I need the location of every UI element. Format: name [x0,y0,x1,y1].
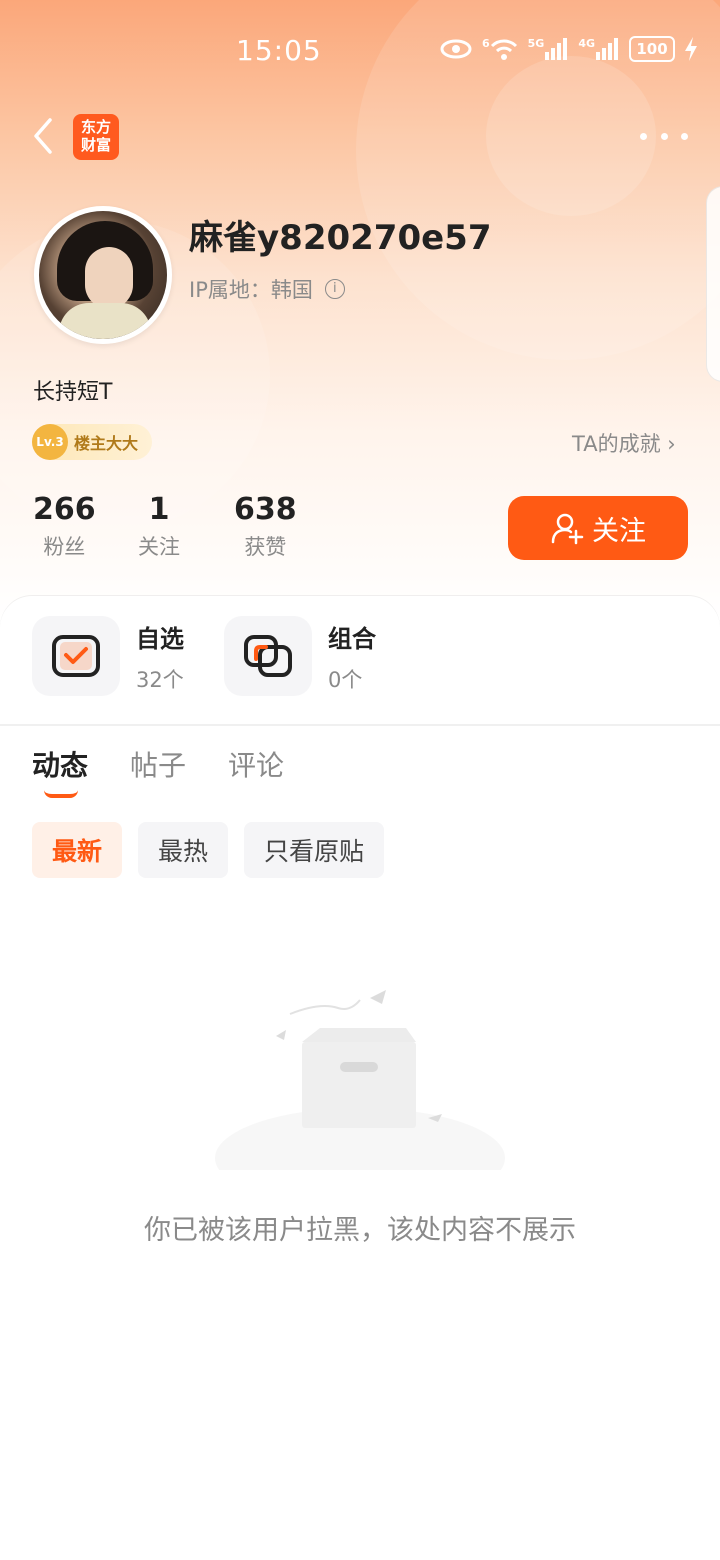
signal-5g-label: 5G [527,37,545,50]
stat-following[interactable]: 1 关注 [138,492,180,561]
filter-latest[interactable]: 最新 [32,822,123,878]
signal-4g-icon: 4G [578,37,619,61]
bio: 长持短T [33,380,113,405]
stat-value: 266 [33,492,96,527]
tab-activity[interactable]: 动态 [32,744,88,784]
chevron-left-icon [34,118,52,154]
watchlist-icon-box [32,616,120,696]
avatar-body [59,303,151,339]
badge-level-icon: Lv.3 [32,424,68,460]
more-options-button[interactable] [640,124,688,148]
stat-fans[interactable]: 266 粉丝 [33,492,96,561]
achievements-link[interactable]: TA的成就 › [572,428,676,458]
stat-label: 粉丝 [43,535,86,559]
chevron-right-icon: › [667,432,676,456]
section-divider [0,724,720,726]
quick-link-title: 自选 [136,624,184,653]
filter-hottest[interactable]: 最热 [138,822,229,878]
ip-location: IP属地：韩国 [189,278,313,302]
filter-original-only[interactable]: 只看原贴 [244,822,385,878]
follow-button-label: 关注 [592,515,646,547]
follow-button[interactable]: 关注 [508,496,688,560]
status-bar: 15:05 6 5G 4G 100 [0,0,720,100]
side-drawer-handle[interactable] [706,186,720,382]
clock: 15:05 [236,34,322,67]
dot-icon [640,132,647,140]
charging-icon [685,37,698,61]
tab-comments[interactable]: 评论 [228,744,284,784]
content-tabs: 动态 帖子 评论 [32,744,284,784]
battery-icon: 100 [629,36,676,62]
empty-state-message: 你已被该用户拉黑，该处内容不展示 [144,1215,576,1246]
dot-icon [660,132,668,140]
quick-link-count: 0个 [328,667,363,692]
quick-link-count: 32个 [136,667,184,692]
watchlist-icon [52,635,100,677]
quick-link-watchlist[interactable]: 自选 32个 [32,616,184,696]
username: 麻雀y820270e57 [189,218,492,258]
signal-5g-icon: 5G [528,37,569,61]
content-card: 自选 32个 组合 0个 动态 帖子 评论 最新 最热 只看原贴 你已被该用户拉… [0,596,720,1560]
filter-chips: 最新 最热 只看原贴 [32,822,385,878]
back-button[interactable] [26,116,60,156]
wifi-icon: 6 [482,37,518,61]
app-logo: 东方 财富 [73,114,119,160]
portfolio-icon [244,635,292,677]
eye-icon [440,39,472,59]
tab-posts[interactable]: 帖子 [130,744,186,784]
stat-label: 关注 [138,535,180,559]
info-icon[interactable]: i [324,279,345,299]
logo-text-line2: 财富 [80,136,111,154]
empty-box-icon [215,990,505,1170]
portfolio-icon-box [224,616,312,696]
achievements-label: TA的成就 [572,432,661,456]
stat-likes[interactable]: 638 获赞 [234,492,297,561]
user-badge[interactable]: Lv.3 楼主大大 [32,424,152,460]
avatar-face [85,247,133,309]
add-user-icon [551,513,584,545]
signal-4g-label: 4G [578,37,596,50]
stat-value: 1 [148,492,170,527]
stat-value: 638 [234,492,297,527]
wifi-badge: 6 [482,37,490,50]
quick-link-title: 组合 [328,624,376,653]
logo-text-line1: 东方 [80,118,111,136]
stat-label: 获赞 [244,535,287,559]
quick-link-portfolio[interactable]: 组合 0个 [224,616,376,696]
ip-location-row: IP属地：韩国 i [189,274,345,304]
dot-icon [681,132,688,140]
badge-label: 楼主大大 [74,434,139,453]
active-tab-indicator [44,790,78,798]
avatar[interactable] [34,206,172,344]
status-icons: 6 5G 4G 100 [440,36,698,62]
